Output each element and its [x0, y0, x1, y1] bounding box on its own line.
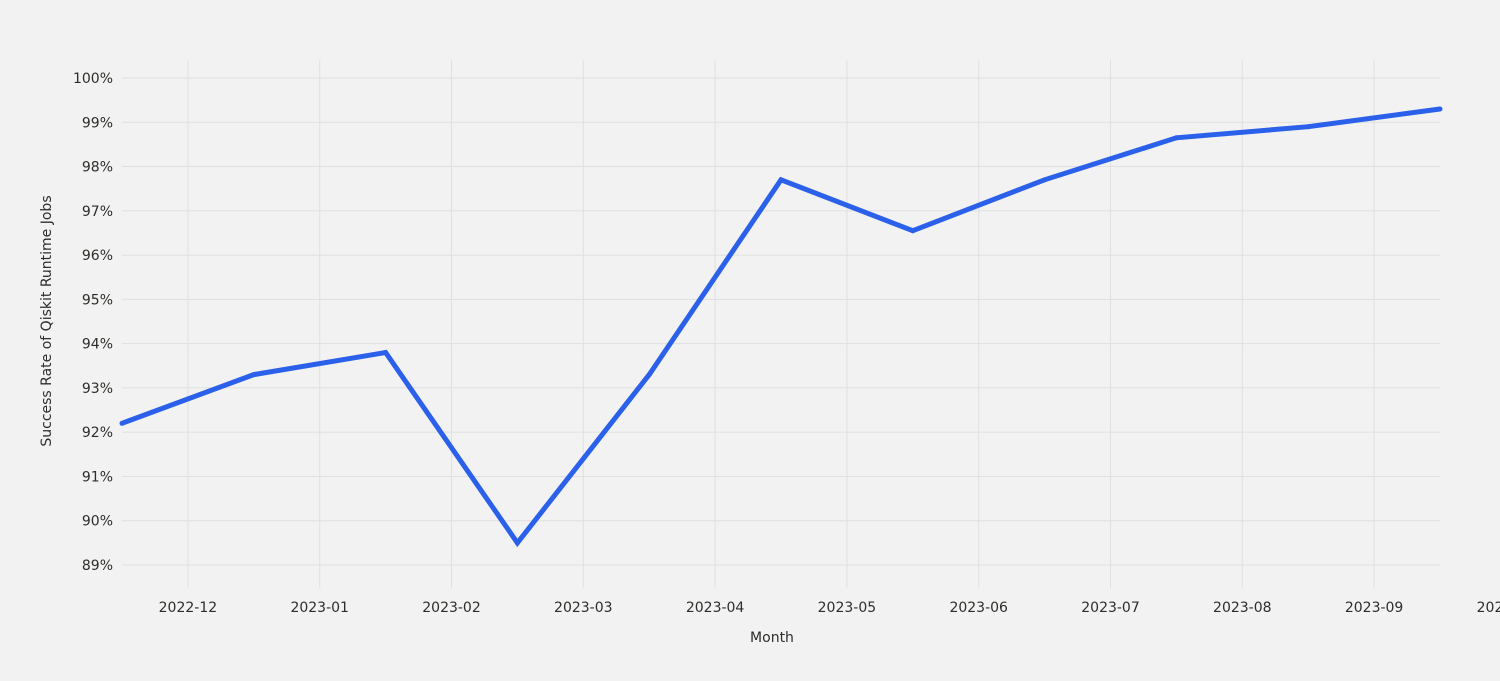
series-layer	[119, 106, 1443, 548]
x-tick-label: 2023-10	[1477, 600, 1500, 616]
x-tick-label: 2023-09	[1345, 600, 1404, 616]
data-point	[514, 540, 520, 546]
y-tick-label: 89%	[82, 558, 113, 574]
data-point	[1173, 135, 1179, 141]
y-tick-label: 97%	[82, 204, 113, 220]
data-point	[910, 228, 916, 234]
y-tick-label: 91%	[82, 469, 113, 485]
data-point	[1305, 124, 1311, 130]
x-gridlines	[187, 60, 1375, 588]
data-point	[1437, 106, 1443, 112]
y-axis-title: Success Rate of Qiskit Runtime Jobs	[39, 195, 55, 446]
x-tick-label: 2023-01	[290, 600, 349, 616]
x-axis-ticks: 2022-12 2023-01 2023-02 2023-03 2023-04 2023-…	[159, 600, 1500, 616]
y-tick-label: 95%	[82, 292, 113, 308]
data-point	[778, 177, 784, 183]
data-point	[646, 372, 652, 378]
data-point	[1042, 177, 1048, 183]
chart-container: 100% 99% 98% 97% 96% 95% 94% 93% 92% 91% 90% 89% 20…	[0, 0, 1500, 681]
y-tick-label: 98%	[82, 160, 113, 176]
x-axis-title: Month	[750, 630, 794, 646]
y-tick-label: 100%	[73, 71, 113, 87]
y-tick-label: 93%	[82, 381, 113, 397]
data-point	[251, 372, 257, 378]
y-tick-label: 99%	[82, 115, 113, 131]
x-tick-label: 2023-02	[422, 600, 481, 616]
x-tick-label: 2022-12	[159, 600, 218, 616]
data-point	[119, 420, 125, 426]
y-axis-ticks: 100% 99% 98% 97% 96% 95% 94% 93% 92% 91% 90% 89%	[73, 71, 113, 574]
y-tick-label: 92%	[82, 425, 113, 441]
x-tick-label: 2023-08	[1213, 600, 1272, 616]
x-tick-label: 2023-06	[949, 600, 1008, 616]
x-tick-label: 2023-05	[818, 600, 877, 616]
data-point	[383, 349, 389, 355]
y-tick-label: 90%	[82, 514, 113, 530]
y-tick-label: 94%	[82, 337, 113, 353]
y-tick-label: 96%	[82, 248, 113, 264]
x-tick-label: 2023-03	[554, 600, 613, 616]
x-tick-label: 2023-07	[1081, 600, 1140, 616]
line-chart: 100% 99% 98% 97% 96% 95% 94% 93% 92% 91% 90% 89% 20…	[39, 60, 1500, 646]
x-tick-label: 2023-04	[686, 600, 745, 616]
